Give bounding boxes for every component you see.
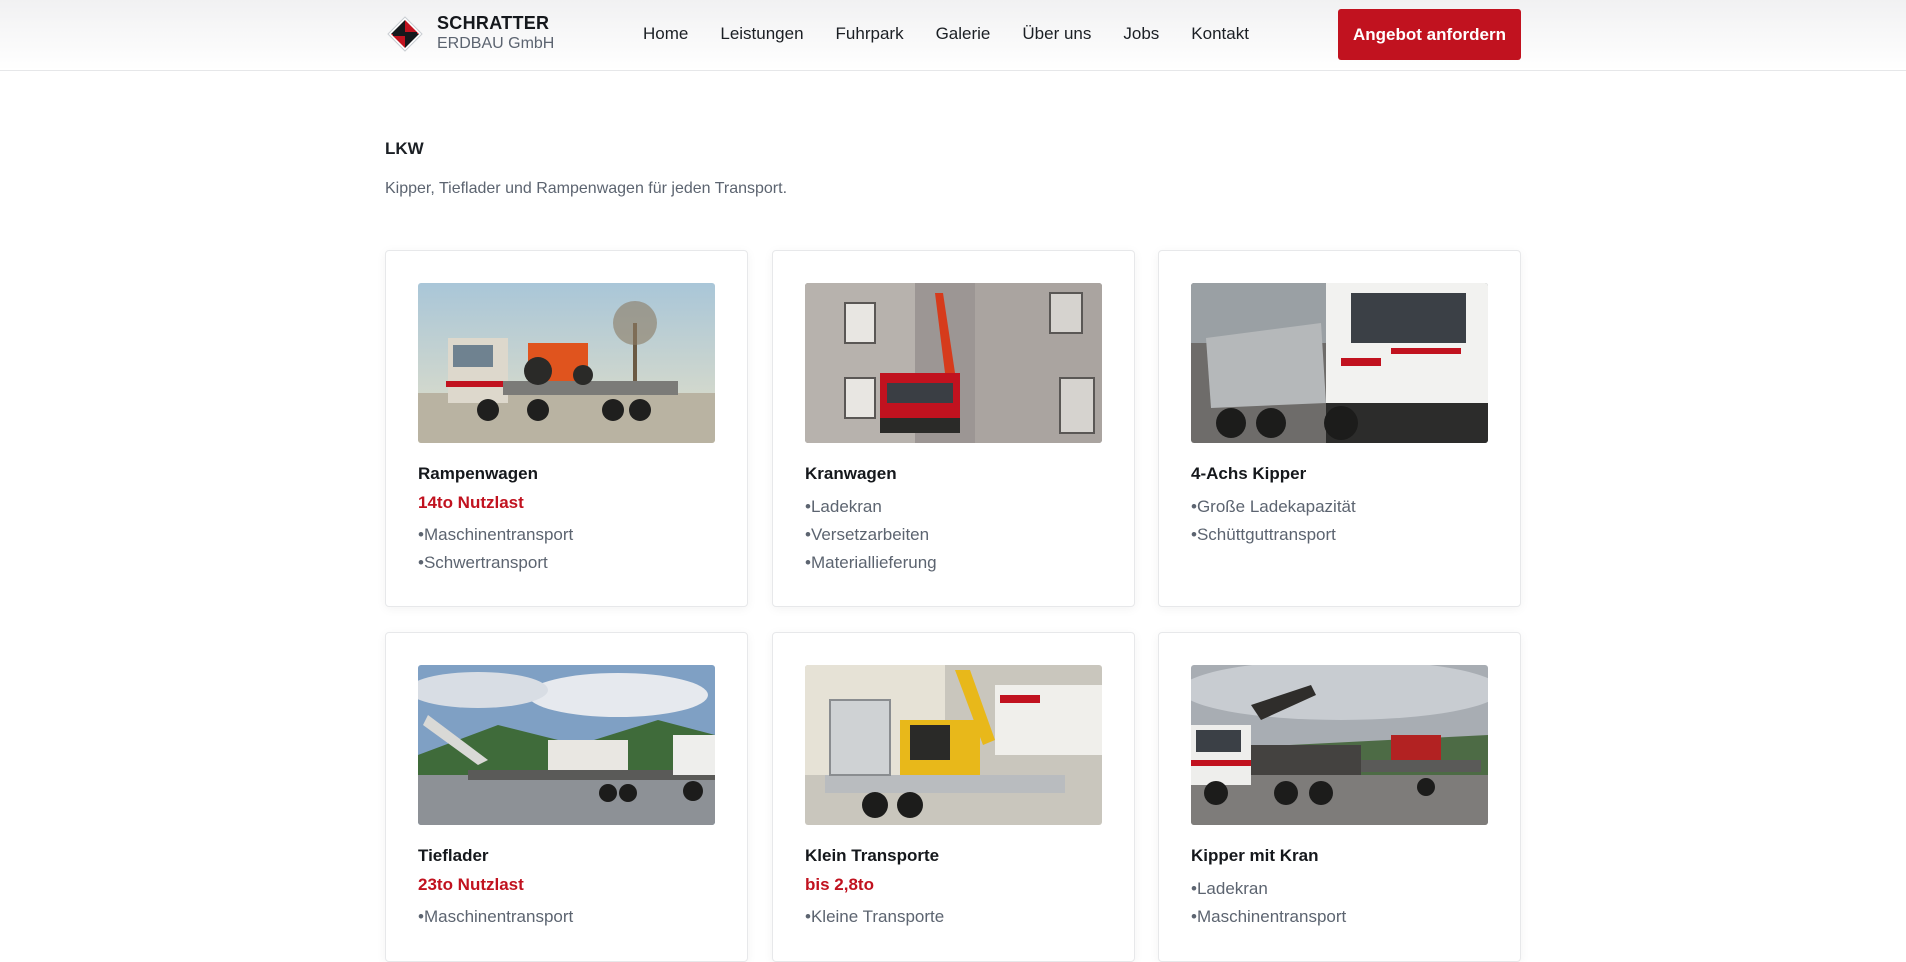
feature-list: Große Ladekapazität Schüttguttransport [1191, 493, 1356, 549]
vehicle-photo-kranwagen [805, 283, 1102, 443]
brand[interactable]: SCHRATTER ERDBAU GmbH [385, 13, 554, 54]
vehicle-title: Rampenwagen [418, 464, 538, 483]
feature-item: Schüttguttransport [1191, 521, 1356, 549]
vehicle-photo-tieflader [418, 665, 715, 825]
vehicle-photo-klein-transporte [805, 665, 1102, 825]
vehicle-photo-kipper-mit-kran [1191, 665, 1488, 825]
vehicle-title: Kranwagen [805, 464, 897, 483]
feature-item: Ladekran [1191, 875, 1346, 903]
feature-list: Kleine Transporte [805, 903, 944, 931]
request-offer-button[interactable]: Angebot anfordern [1338, 9, 1521, 60]
vehicle-title: Klein Transporte [805, 846, 940, 865]
vehicle-card-kipper-mit-kran: Kipper mit Kran Ladekran Maschinentransp… [1158, 632, 1521, 962]
nav-leistungen[interactable]: Leistungen [720, 23, 803, 45]
feature-list: Ladekran Versetzarbeiten Materiallieferu… [805, 493, 937, 577]
vehicle-card-tieflader: Tieflader 23to Nutzlast Maschinentranspo… [385, 632, 748, 962]
nav-home[interactable]: Home [643, 23, 688, 45]
brand-name: SCHRATTER [437, 13, 550, 33]
nav-kontakt[interactable]: Kontakt [1191, 23, 1249, 45]
site-header: SCHRATTER ERDBAU GmbH Home Leistungen Fu… [0, 0, 1906, 71]
feature-list: Maschinentransport [418, 903, 573, 931]
nav-galerie[interactable]: Galerie [936, 23, 991, 45]
vehicle-card-kranwagen: Kranwagen Ladekran Versetzarbeiten Mater… [772, 250, 1135, 607]
feature-item: Schwertransport [418, 549, 573, 577]
vehicle-capacity: 23to Nutzlast [418, 875, 524, 894]
feature-list: Maschinentransport Schwertransport [418, 521, 573, 577]
feature-item: Ladekran [805, 493, 937, 521]
vehicle-card-klein-transporte: Klein Transporte bis 2,8to Kleine Transp… [772, 632, 1135, 962]
nav-jobs[interactable]: Jobs [1123, 23, 1159, 45]
feature-list: Ladekran Maschinentransport [1191, 875, 1346, 931]
logo-icon [385, 14, 425, 54]
feature-item: Maschinentransport [1191, 903, 1346, 931]
feature-item: Kleine Transporte [805, 903, 944, 931]
nav-fuhrpark[interactable]: Fuhrpark [836, 23, 904, 45]
main-nav: Home Leistungen Fuhrpark Galerie Über un… [643, 23, 1281, 45]
brand-subtitle: ERDBAU GmbH [437, 35, 555, 52]
vehicle-title: Tieflader [418, 846, 489, 865]
nav-ueber-uns[interactable]: Über uns [1022, 23, 1091, 45]
vehicle-card-4-achs-kipper: 4-Achs Kipper Große Ladekapazität Schütt… [1158, 250, 1521, 607]
feature-item: Maschinentransport [418, 903, 573, 931]
vehicle-title: 4-Achs Kipper [1191, 464, 1307, 483]
vehicle-card-rampenwagen: Rampenwagen 14to Nutzlast Maschinentrans… [385, 250, 748, 607]
vehicle-photo-4-achs-kipper [1191, 283, 1488, 443]
section-title: LKW [385, 139, 424, 158]
vehicle-title: Kipper mit Kran [1191, 846, 1319, 865]
feature-item: Versetzarbeiten [805, 521, 937, 549]
section-subtitle: Kipper, Tieflader und Rampenwagen für je… [385, 180, 788, 197]
vehicle-capacity: bis 2,8to [805, 875, 874, 894]
feature-item: Große Ladekapazität [1191, 493, 1356, 521]
feature-item: Materiallieferung [805, 549, 937, 577]
vehicle-capacity: 14to Nutzlast [418, 493, 524, 512]
vehicle-photo-rampenwagen [418, 283, 715, 443]
feature-item: Maschinentransport [418, 521, 573, 549]
